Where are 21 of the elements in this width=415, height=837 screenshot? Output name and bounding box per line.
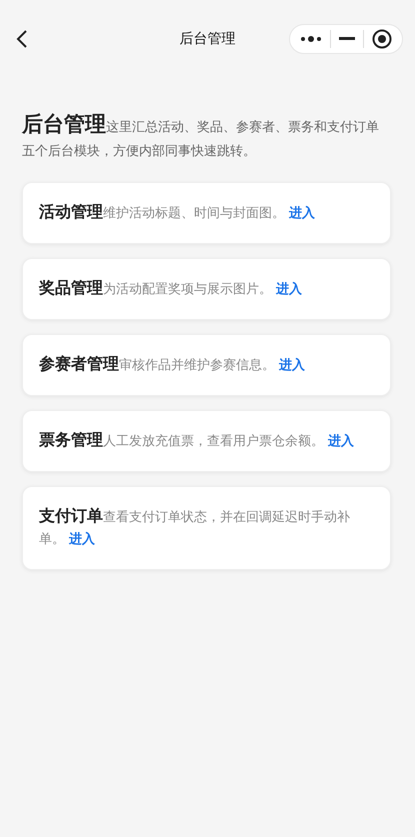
module-card[interactable]: 票务管理人工发放充值票，查看用户票仓余额。 进入 (22, 410, 391, 472)
module-card[interactable]: 支付订单查看支付订单状态，并在回调延迟时手动补单。 进入 (22, 486, 391, 570)
page-title: 后台管理 (180, 30, 236, 48)
module-card[interactable]: 活动管理维护活动标题、时间与封面图。 进入 (22, 182, 391, 244)
enter-link[interactable]: 进入 (69, 532, 95, 547)
enter-link[interactable]: 进入 (279, 358, 305, 373)
close-icon[interactable] (372, 29, 392, 49)
module-description: 活动管理维护活动标题、时间与封面图。 进入 (39, 201, 315, 223)
enter-link[interactable]: 进入 (289, 206, 315, 221)
more-icon[interactable] (300, 35, 322, 43)
module-description: 参赛者管理审核作品并维护参赛信息。 进入 (39, 353, 305, 375)
enter-link[interactable]: 进入 (276, 282, 302, 297)
module-description: 支付订单查看支付订单状态，并在回调延迟时手动补单。 进入 (39, 505, 351, 549)
module-description: 票务管理人工发放充值票，查看用户票仓余额。 进入 (39, 429, 354, 451)
module-card[interactable]: 奖品管理为活动配置奖项与展示图片。 进入 (22, 258, 391, 320)
intro-text: 后台管理这里汇总活动、奖品、参赛者、票务和支付订单五个后台模块，方便内部同事快速跳转。 (22, 112, 380, 161)
module-description: 奖品管理为活动配置奖项与展示图片。 进入 (39, 277, 302, 299)
module-card[interactable]: 参赛者管理审核作品并维护参赛信息。 进入 (22, 334, 391, 396)
back-icon[interactable] (16, 29, 28, 49)
enter-link[interactable]: 进入 (328, 434, 354, 449)
minimize-icon[interactable] (339, 37, 355, 41)
